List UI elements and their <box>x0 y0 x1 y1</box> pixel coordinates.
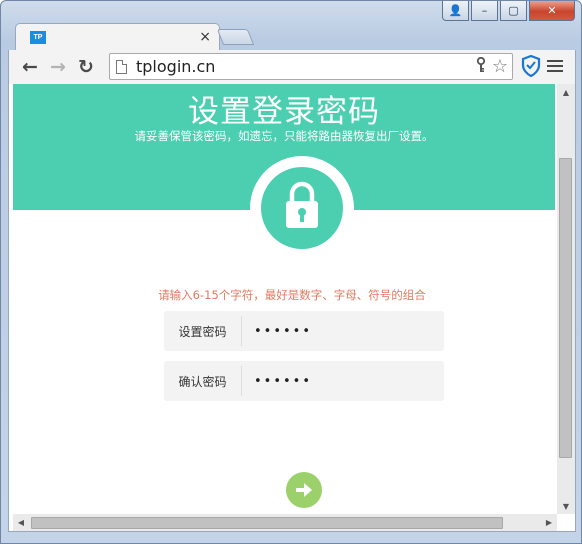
horizontal-scroll-thumb[interactable] <box>31 517 503 529</box>
window-bottom-edge <box>8 531 576 538</box>
next-button[interactable] <box>286 472 322 508</box>
scroll-left-arrow-icon[interactable]: ◀ <box>13 514 29 531</box>
page-subtitle: 请妥善保管该密码，如遗忘，只能将路由器恢复出厂设置。 <box>134 129 434 143</box>
shield-extension-icon[interactable] <box>521 54 541 78</box>
set-password-label: 设置密码 <box>164 316 242 346</box>
confirm-password-field: 确认密码 <box>164 361 444 401</box>
confirm-password-label: 确认密码 <box>164 366 242 396</box>
scroll-down-arrow-icon[interactable]: ▼ <box>557 498 575 514</box>
minimize-button[interactable]: – <box>471 1 498 21</box>
set-password-field: 设置密码 <box>164 311 444 351</box>
arrow-right-icon <box>296 483 312 497</box>
new-tab-button[interactable] <box>216 29 255 45</box>
address-bar[interactable]: tplogin.cn ☆ <box>109 53 513 80</box>
tab-close-icon[interactable]: × <box>199 29 211 45</box>
horizontal-scrollbar[interactable]: ◀ ▶ <box>13 514 557 531</box>
vertical-scrollbar[interactable]: ▲ ▼ <box>557 84 575 514</box>
bookmark-star-icon[interactable]: ☆ <box>492 56 508 77</box>
vertical-scroll-thumb[interactable] <box>559 158 572 458</box>
scroll-right-arrow-icon[interactable]: ▶ <box>541 514 557 531</box>
page-viewport: 设置登录密码 请妥善保管该密码，如遗忘，只能将路由器恢复出厂设置。 请输入6-1… <box>8 84 576 531</box>
browser-toolbar: ← → ↻ tplogin.cn ☆ <box>8 50 576 84</box>
window-controls: 👤 – ▢ ✕ <box>442 1 575 21</box>
key-icon[interactable] <box>476 56 486 77</box>
menu-icon[interactable] <box>547 56 563 76</box>
password-hint: 请输入6-15个字符，最好是数字、字母、符号的组合 <box>158 288 426 302</box>
scroll-up-arrow-icon[interactable]: ▲ <box>557 84 575 100</box>
browser-tab[interactable]: TP × <box>15 23 220 50</box>
back-button[interactable]: ← <box>16 53 44 81</box>
tp-favicon-icon: TP <box>30 30 46 44</box>
page-icon <box>116 59 127 74</box>
reload-button[interactable]: ↻ <box>72 53 100 81</box>
set-password-input[interactable] <box>242 316 444 346</box>
close-window-button[interactable]: ✕ <box>529 1 575 21</box>
page-title: 设置登录密码 <box>188 94 380 130</box>
user-profile-button[interactable]: 👤 <box>442 1 469 21</box>
url-text[interactable]: tplogin.cn <box>136 57 476 76</box>
lock-icon <box>284 181 320 229</box>
browser-window: 👤 – ▢ ✕ TP × ← → ↻ tplogin.cn ☆ 设置登录密码 请… <box>0 0 582 544</box>
forward-button[interactable]: → <box>44 53 72 81</box>
maximize-button[interactable]: ▢ <box>500 1 527 21</box>
confirm-password-input[interactable] <box>242 366 444 396</box>
